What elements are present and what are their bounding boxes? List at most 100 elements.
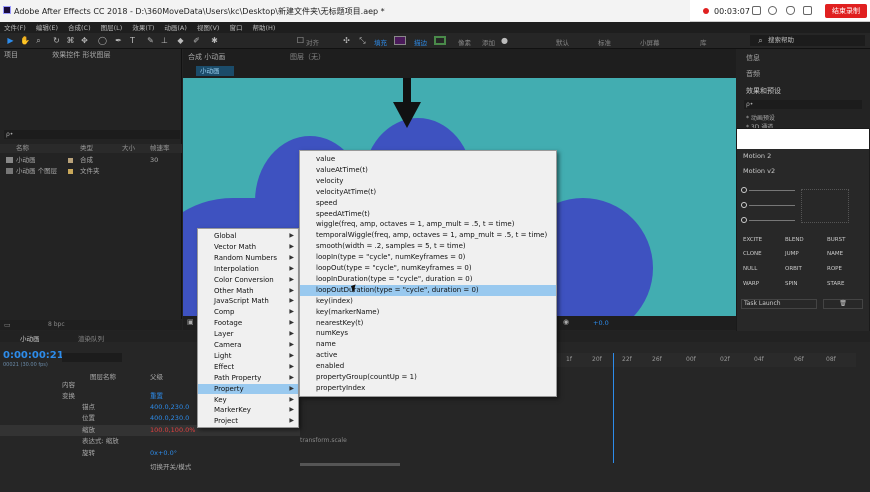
prop-value[interactable]: 0x+0.0° [150,448,177,459]
spin-button[interactable]: SPIN [785,281,798,287]
layer-tab[interactable]: 图层（无） [290,52,325,62]
menu-animation[interactable]: 动画(A) [164,24,187,32]
zoom-tool-icon[interactable]: ⌕ [34,36,43,45]
clone-button[interactable]: CLONE [743,251,762,257]
rotate-tool-icon[interactable]: ↻ [52,36,61,45]
col-fps[interactable]: 帧速率 [150,144,170,153]
snapping-checkbox[interactable]: ☐ [296,36,305,45]
menu-item[interactable]: numKeys [300,328,556,339]
menu-item[interactable]: Comp ▶ [198,307,298,318]
menu-edit[interactable]: 编辑(E) [36,24,58,32]
stare-button[interactable]: STARE [827,281,844,287]
add-icon[interactable]: ● [500,36,509,45]
axis-icon[interactable]: ⤡ [358,36,367,45]
exposure-value[interactable]: +0.0 [593,319,609,327]
motion-slider[interactable] [749,220,795,221]
menu-item[interactable]: Other Math ▶ [198,286,298,297]
effects-presets-tab[interactable]: 效果和预设 [746,86,781,96]
project-search-input[interactable]: ρ• [4,130,180,139]
anchor-grid[interactable] [801,189,849,223]
menu-item[interactable]: valueAtTime(t) [300,165,556,176]
menu-item[interactable]: wiggle(freq, amp, octaves = 1, amp_mult … [300,219,556,230]
menu-item[interactable]: active [300,350,556,361]
pan-behind-tool-icon[interactable]: ✥ [80,36,89,45]
playhead[interactable] [613,353,614,463]
col-name[interactable]: 名称 [16,144,29,153]
menu-item[interactable]: Color Conversion ▶ [198,275,298,286]
pause-icon[interactable] [752,6,761,15]
menu-layer[interactable]: 图层(L) [101,24,123,32]
animation-presets-item[interactable]: * 动画预设 [746,113,775,122]
prop-value[interactable]: 400.0,230.0 [150,402,189,413]
toggle-switches-modes[interactable]: 切换开关/模式 [150,461,191,471]
hand-tool-icon[interactable]: ✋ [20,36,30,45]
composition-tab[interactable]: 合成 小动画 [188,52,225,62]
new-folder-icon[interactable]: ▭ [4,321,11,329]
menu-item[interactable]: loopOut(type = "cycle", numKeyframes = 0… [300,263,556,274]
speaker-icon[interactable] [803,6,812,15]
add-label[interactable]: 添加 [482,37,495,47]
workspace-libraries[interactable]: 库 [700,37,707,47]
menu-item[interactable]: Random Numbers ▶ [198,253,298,264]
slider-knob-icon[interactable] [741,187,747,193]
slider-knob-icon[interactable] [741,202,747,208]
puppet-tool-icon[interactable]: ✱ [210,36,219,45]
fill-label[interactable]: 填充 [374,37,387,47]
stroke-color-swatch[interactable] [434,36,446,45]
motion-version-select[interactable]: Motion v2 [743,167,775,175]
motion-slider[interactable] [749,190,795,191]
menu-effect[interactable]: 效果(T) [132,24,154,32]
name-button[interactable]: NAME [827,251,843,257]
stop-icon[interactable] [768,6,777,15]
pen-tool-icon[interactable]: ✒ [114,36,123,45]
menu-item[interactable]: Project ▶ [198,416,298,427]
effects-search-input[interactable]: ρ• [744,100,862,109]
menu-window[interactable]: 窗口 [229,24,242,32]
type-tool-icon[interactable]: T [128,36,137,45]
search-help-input[interactable]: 搜索帮助 [750,35,865,46]
magnify-icon[interactable]: ▣ [187,318,194,326]
stop-recording-button[interactable]: 结束录制 [825,4,867,18]
audio-tab[interactable]: 音频 [746,69,760,79]
timeline-zoom-slider[interactable] [300,463,400,466]
jump-button[interactable]: JUMP [785,251,799,257]
menu-view[interactable]: 视图(V) [197,24,220,32]
menu-item[interactable]: velocity [300,176,556,187]
info-tab[interactable]: 信息 [746,53,760,63]
menu-item[interactable]: speed [300,198,556,209]
fill-color-swatch[interactable] [394,36,406,45]
menu-item[interactable]: Vector Math ▶ [198,242,298,253]
burst-button[interactable]: BURST [827,237,845,243]
menu-item[interactable]: Key ▶ [198,395,298,406]
prop-value[interactable]: 重置 [150,391,163,402]
menu-item[interactable]: Path Property ▶ [198,373,298,384]
roto-brush-tool-icon[interactable]: ✐ [192,36,201,45]
menu-item[interactable]: speedAtTime(t) [300,209,556,220]
property-row[interactable]: 表达式: 缩放 [0,436,300,447]
project-row[interactable]: 小动画 个图层 文件夹 [0,166,182,176]
menu-file[interactable]: 文件(F) [4,24,26,32]
microphone-icon[interactable] [786,6,795,15]
prop-value[interactable]: 400.0,230.0 [150,413,189,424]
menu-item[interactable]: Effect ▶ [198,362,298,373]
menu-item[interactable]: Footage ▶ [198,318,298,329]
project-row[interactable]: 小动画 合成 30 [0,155,182,165]
menu-item[interactable]: loopIn(type = "cycle", numKeyframes = 0) [300,252,556,263]
menu-item[interactable]: name [300,339,556,350]
menu-item[interactable]: Layer ▶ [198,329,298,340]
col-size[interactable]: 大小 [122,144,135,153]
col-type[interactable]: 类型 [80,144,93,153]
menu-item[interactable]: JavaScript Math ▶ [198,296,298,307]
slider-knob-icon[interactable] [741,217,747,223]
expression-text[interactable]: transform.scale [300,437,347,444]
menu-item[interactable]: MarkerKey ▶ [198,405,298,416]
selection-tool-icon[interactable]: ▶ [6,36,15,45]
menu-item[interactable]: propertyIndex [300,383,556,394]
menu-item[interactable]: temporalWiggle(freq, amp, octaves = 1, a… [300,230,556,241]
warp-button[interactable]: WARP [743,281,759,287]
menu-item[interactable]: key(markerName) [300,307,556,318]
menu-item[interactable]: enabled [300,361,556,372]
menu-help[interactable]: 帮助(H) [252,24,275,32]
menu-item[interactable]: smooth(width = .2, samples = 5, t = time… [300,241,556,252]
timeline-tab[interactable]: 小动画 [20,333,40,343]
